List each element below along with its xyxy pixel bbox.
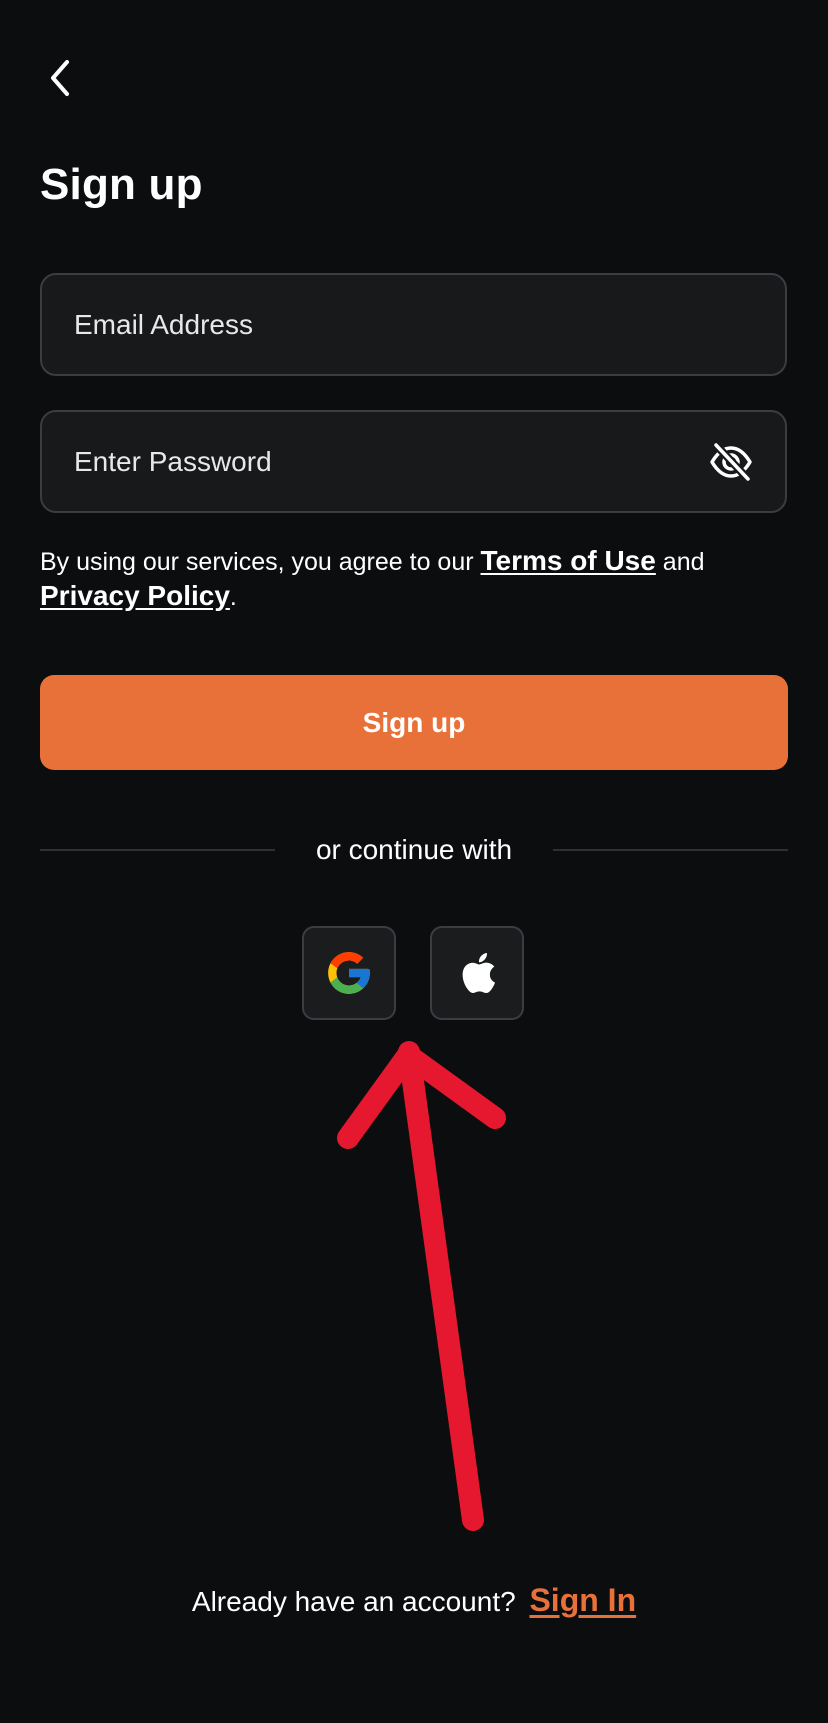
terms-of-use-link[interactable]: Terms of Use — [481, 545, 656, 576]
divider-line-right — [553, 849, 788, 851]
page-title: Sign up — [40, 160, 203, 209]
google-button[interactable] — [302, 926, 396, 1020]
eye-off-icon — [710, 440, 752, 483]
terms-suffix: . — [229, 583, 237, 611]
email-field[interactable] — [42, 275, 785, 374]
google-icon — [328, 952, 370, 994]
password-field-container — [40, 410, 787, 513]
sign-in-link[interactable]: Sign In — [529, 1582, 636, 1618]
apple-icon — [462, 953, 495, 994]
apple-button[interactable] — [430, 926, 524, 1020]
social-divider: or continue with — [40, 830, 788, 870]
sign-in-prompt-text: Already have an account? — [191, 1586, 516, 1617]
back-button[interactable] — [34, 52, 86, 104]
chevron-left-icon — [51, 60, 69, 96]
terms-notice: By using our services, you agree to our … — [40, 544, 800, 614]
password-visibility-toggle[interactable] — [707, 438, 755, 486]
sign-in-prompt: Already have an account? Sign In — [0, 1582, 828, 1619]
password-field[interactable] — [42, 412, 785, 511]
terms-middle: and — [655, 548, 705, 576]
email-field-container — [40, 273, 787, 376]
terms-prefix: By using our services, you agree to our — [40, 548, 481, 576]
privacy-policy-link[interactable]: Privacy Policy — [40, 580, 230, 611]
sign-up-button[interactable]: Sign up — [40, 675, 788, 770]
